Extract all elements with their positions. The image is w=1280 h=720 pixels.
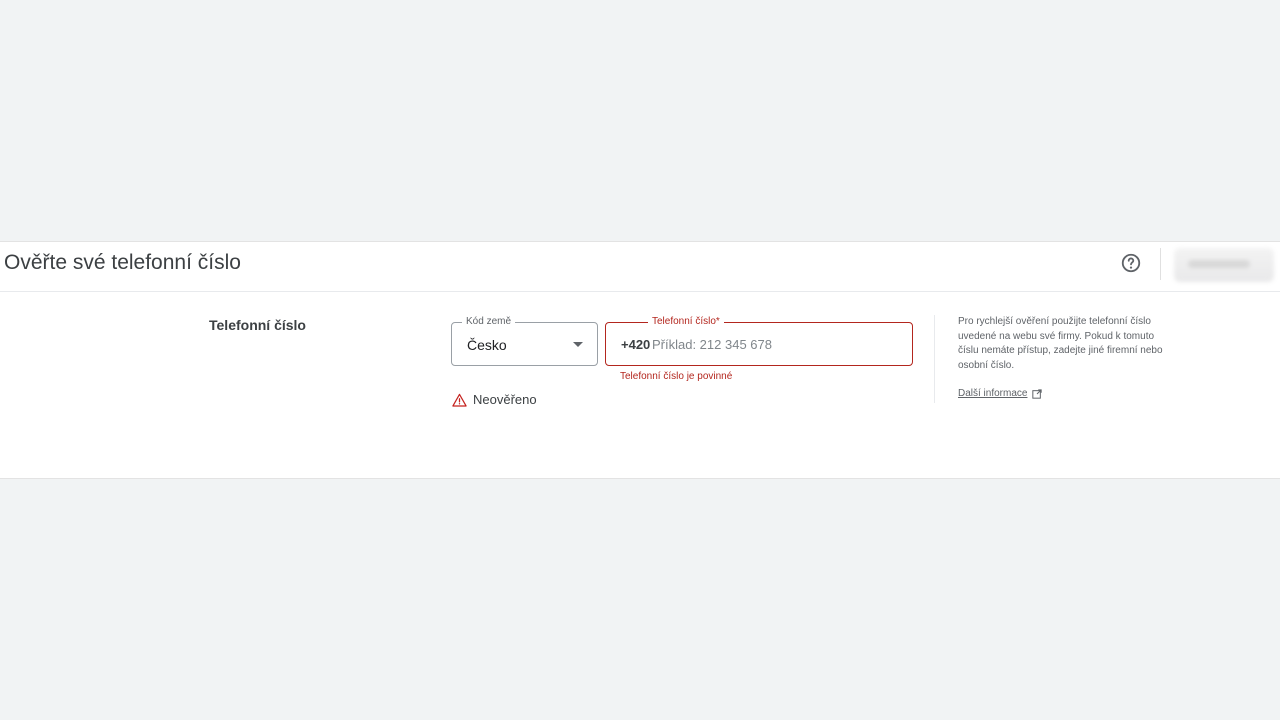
phone-number-legend: Telefonní číslo* xyxy=(648,316,724,327)
country-code-legend: Kód země xyxy=(462,316,516,327)
card-header: Ověřte své telefonní číslo xyxy=(0,242,1280,292)
page-title: Ověřte své telefonní číslo xyxy=(4,251,241,274)
phone-number-field[interactable]: Telefonní číslo* +420 xyxy=(605,316,913,366)
country-code-select[interactable]: Kód země Česko xyxy=(451,316,598,366)
account-menu-blurred[interactable] xyxy=(1174,248,1274,282)
phone-row-label: Telefonní číslo xyxy=(209,317,306,333)
learn-more-link[interactable]: Další informace xyxy=(958,388,1043,399)
external-link-icon xyxy=(1032,388,1043,399)
side-divider xyxy=(934,315,935,403)
phone-number-input[interactable] xyxy=(652,331,902,357)
country-code-value: Česko xyxy=(467,337,507,353)
verification-status: Neověřeno xyxy=(452,392,537,407)
warning-icon xyxy=(452,393,467,407)
phone-error-message: Telefonní číslo je povinné xyxy=(620,371,733,382)
header-divider xyxy=(1160,248,1161,280)
verification-status-text: Neověřeno xyxy=(473,392,537,407)
side-help-text: Pro rychlejší ověření použijte telefonní… xyxy=(958,316,1163,371)
learn-more-label: Další informace xyxy=(958,388,1028,399)
dropdown-arrow-icon xyxy=(573,342,583,347)
help-circle-icon[interactable] xyxy=(1120,252,1142,274)
phone-prefix: +420 xyxy=(621,337,651,352)
verify-phone-card: Ověřte své telefonní číslo Telefonní čís… xyxy=(0,241,1280,479)
